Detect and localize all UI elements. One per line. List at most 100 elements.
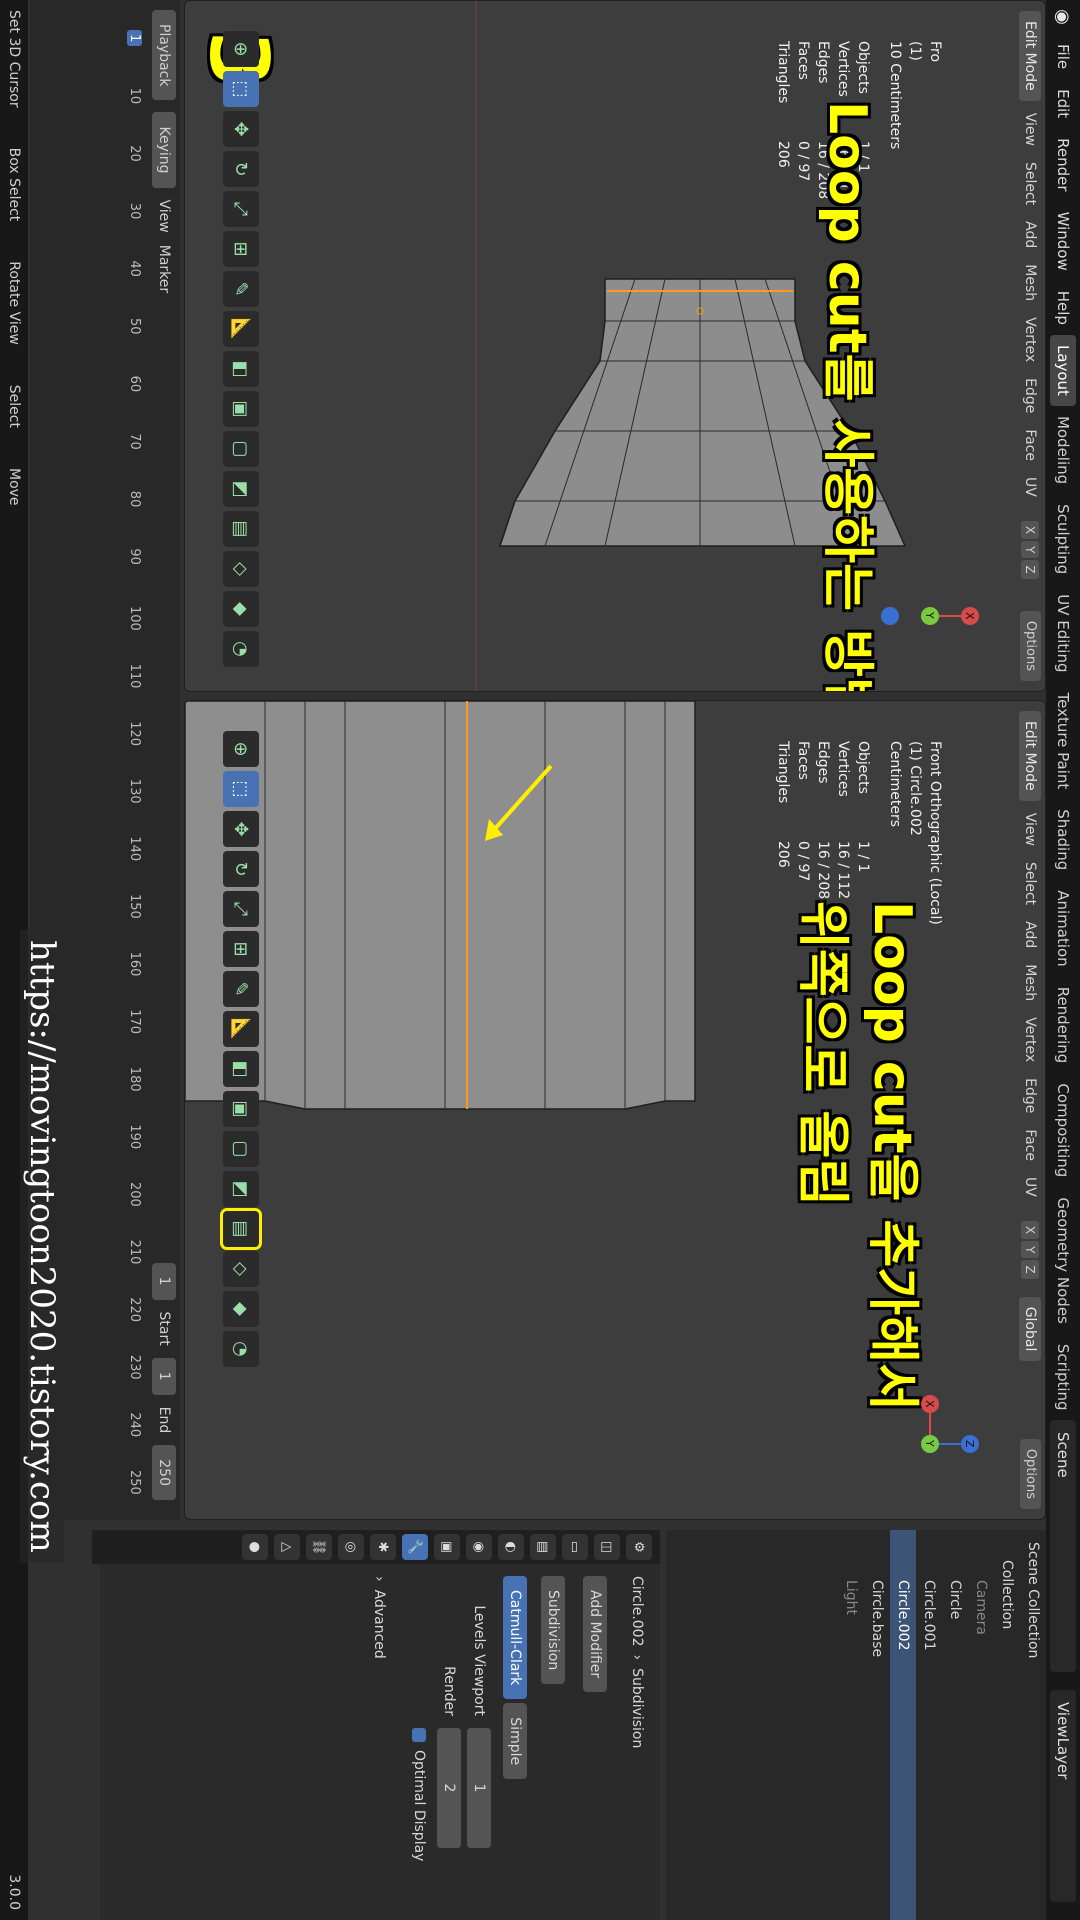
loop-cut-tool-icon[interactable]: ▤ — [220, 1208, 262, 1250]
add-cube-tool-icon[interactable]: ◧ — [223, 351, 259, 387]
frame-tick: 70 — [127, 433, 142, 450]
spin-tool-icon[interactable]: ◔ — [223, 631, 259, 667]
poly-build-tool-icon[interactable]: ◆ — [223, 1291, 259, 1327]
measure-tool-icon[interactable]: 📐 — [223, 311, 259, 347]
tab-modeling[interactable]: Modeling — [1050, 406, 1076, 494]
menu-help[interactable]: Help — [1054, 281, 1072, 335]
scale-tool-icon[interactable]: ⤢ — [223, 191, 259, 227]
outliner-row[interactable]: Collection — [994, 1530, 1020, 1920]
modifier-tab-icon[interactable]: 🔧 — [402, 1534, 428, 1560]
timeline-marker-menu[interactable]: Marker — [156, 245, 172, 293]
extrude-tool-icon[interactable]: ▣ — [223, 391, 259, 427]
inset-tool-icon[interactable]: ▢ — [223, 431, 259, 467]
tab-texture-paint[interactable]: Texture Paint — [1050, 682, 1076, 799]
viewport-left[interactable]: Edit Mode View Select Add Mesh Vertex Ed… — [184, 0, 1046, 692]
data-tab-icon[interactable]: △ — [274, 1534, 300, 1560]
add-modifier-button[interactable]: Add Modifier — [583, 1576, 607, 1693]
outliner-row[interactable]: Circle.base — [864, 1530, 890, 1920]
frame-tick: 120 — [127, 721, 142, 747]
outliner-row[interactable]: Circle — [942, 1530, 968, 1920]
scale-tool-icon[interactable]: ⤢ — [223, 891, 259, 927]
outliner-row[interactable]: Circle.001 — [916, 1530, 942, 1920]
status-set-cursor: Set 3D Cursor — [6, 10, 22, 108]
knife-tool-icon[interactable]: ◇ — [223, 1251, 259, 1287]
scene-selector[interactable]: Scene — [1050, 1420, 1076, 1672]
frame-tick: 230 — [127, 1354, 142, 1380]
render-levels-field[interactable]: 2 — [437, 1728, 461, 1848]
navigation-gizmo[interactable]: Z Y X — [875, 1389, 985, 1499]
material-tab-icon[interactable]: ● — [242, 1534, 268, 1560]
gizmo-z[interactable] — [881, 607, 899, 625]
rotate-tool-icon[interactable]: ↻ — [223, 151, 259, 187]
poly-build-tool-icon[interactable]: ◆ — [223, 591, 259, 627]
inset-tool-icon[interactable]: ▢ — [223, 1131, 259, 1167]
view-layer-selector[interactable]: ViewLayer — [1050, 1690, 1076, 1902]
outliner-row[interactable]: Light — [838, 1530, 864, 1920]
scene-tab-icon[interactable]: ◐ — [498, 1534, 524, 1560]
levels-viewport-field[interactable]: 1 — [467, 1728, 491, 1848]
outliner-row[interactable]: Circle.002 — [890, 1530, 916, 1920]
object-tab-icon[interactable]: ▣ — [434, 1534, 460, 1560]
menu-edit[interactable]: Edit — [1054, 79, 1072, 128]
bevel-tool-icon[interactable]: ◩ — [223, 471, 259, 507]
render-tab-icon[interactable]: ◫ — [594, 1534, 620, 1560]
catmull-clark-option[interactable]: Catmull-Clark — [503, 1576, 527, 1700]
modifier-name-field[interactable]: Subdivision — [541, 1576, 565, 1685]
end-frame-field[interactable]: 250 — [152, 1445, 176, 1500]
rotate-tool-icon[interactable]: ↻ — [223, 851, 259, 887]
menu-file[interactable]: File — [1054, 34, 1072, 79]
add-cube-tool-icon[interactable]: ◧ — [223, 1051, 259, 1087]
start-frame-field[interactable]: 1 — [152, 1357, 176, 1395]
tab-scripting[interactable]: Scripting — [1050, 1334, 1076, 1421]
select-box-tool-icon[interactable]: ⬚ — [223, 771, 259, 807]
particles-tab-icon[interactable]: ✱ — [370, 1534, 396, 1560]
outliner-row[interactable]: Camera — [968, 1530, 994, 1920]
blender-logo-icon[interactable]: ◉ — [1053, 0, 1074, 34]
viewport-right[interactable]: Edit Mode View Select Add Mesh Vertex Ed… — [184, 700, 1046, 1520]
cursor-tool-icon[interactable]: ⊕ — [223, 31, 259, 67]
tab-animation[interactable]: Animation — [1050, 880, 1076, 976]
tab-layout[interactable]: Layout — [1050, 334, 1076, 406]
loop-cut-tool-icon[interactable]: ▤ — [223, 511, 259, 547]
tab-sculpting[interactable]: Sculpting — [1050, 494, 1076, 584]
world-tab-icon[interactable]: ◉ — [466, 1534, 492, 1560]
extrude-tool-icon[interactable]: ▣ — [223, 1091, 259, 1127]
move-tool-icon[interactable]: ✥ — [223, 111, 259, 147]
spin-tool-icon[interactable]: ◔ — [223, 1331, 259, 1367]
tab-uv-editing[interactable]: UV Editing — [1050, 584, 1076, 682]
advanced-section[interactable]: Advanced — [371, 1590, 387, 1659]
timeline-view-menu[interactable]: View — [156, 200, 172, 233]
tab-geometry-nodes[interactable]: Geometry Nodes — [1050, 1187, 1076, 1334]
simple-option[interactable]: Simple — [503, 1703, 527, 1780]
keying-menu[interactable]: Keying — [152, 112, 176, 188]
frame-tick: 210 — [127, 1239, 142, 1265]
constraints-tab-icon[interactable]: ⛓ — [306, 1534, 332, 1560]
annotate-tool-icon[interactable]: ✎ — [223, 971, 259, 1007]
frame-ruler[interactable]: 1 10 20 30 40 50 60 70 80 90 100 110 120 130 140 150 160… — [118, 30, 142, 1500]
tab-shading[interactable]: Shading — [1050, 799, 1076, 880]
navigation-gizmo[interactable]: X Y — [875, 561, 985, 671]
optimal-display-checkbox[interactable] — [412, 1728, 426, 1742]
chevron-right-icon[interactable]: › — [371, 1576, 387, 1582]
blender-window: ◉ File Edit Render Window Help Layout Mo… — [0, 0, 1080, 1920]
current-frame-field[interactable]: 1 — [152, 1262, 176, 1300]
cursor-tool-icon[interactable]: ⊕ — [223, 731, 259, 767]
menu-render[interactable]: Render — [1054, 128, 1072, 201]
measure-tool-icon[interactable]: 📐 — [223, 1011, 259, 1047]
output-tab-icon[interactable]: ▭ — [562, 1534, 588, 1560]
move-tool-icon[interactable]: ✥ — [223, 811, 259, 847]
view-layer-tab-icon[interactable]: ▤ — [530, 1534, 556, 1560]
tab-compositing[interactable]: Compositing — [1050, 1073, 1076, 1187]
tab-rendering[interactable]: Rendering — [1050, 977, 1076, 1074]
transform-tool-icon[interactable]: ⊞ — [223, 931, 259, 967]
annotate-tool-icon[interactable]: ✎ — [223, 271, 259, 307]
physics-tab-icon[interactable]: ◎ — [338, 1534, 364, 1560]
transform-tool-icon[interactable]: ⊞ — [223, 231, 259, 267]
bevel-tool-icon[interactable]: ◩ — [223, 1171, 259, 1207]
tool-tab-icon[interactable]: ⚙ — [626, 1534, 652, 1560]
menu-window[interactable]: Window — [1054, 202, 1072, 281]
playback-menu[interactable]: Playback — [152, 10, 176, 101]
select-box-tool-icon[interactable]: ⬚ — [223, 71, 259, 107]
frame-tick: 220 — [127, 1297, 142, 1323]
knife-tool-icon[interactable]: ◇ — [223, 551, 259, 587]
